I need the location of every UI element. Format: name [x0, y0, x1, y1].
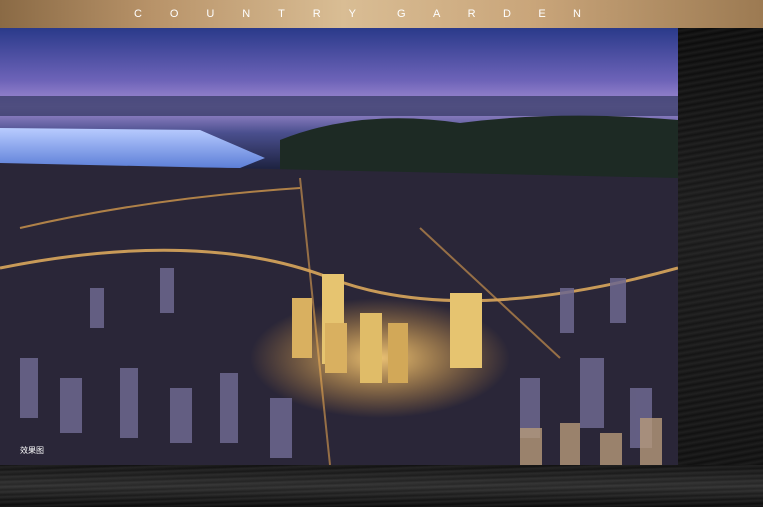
- brand-letter: C: [134, 8, 142, 20]
- brand-letter: T: [278, 8, 285, 20]
- image-caption: 效果图: [20, 446, 44, 455]
- brand-letter: Y: [348, 8, 356, 20]
- brand-letter: E: [538, 8, 546, 20]
- brand-header-bar: C O U N T R Y G A R D E N: [0, 0, 763, 28]
- brand-word-country: C O U N T R Y: [134, 0, 356, 28]
- brand-letter: G: [397, 8, 406, 20]
- brand-letter: U: [206, 8, 215, 20]
- brand-letter: R: [312, 8, 321, 20]
- brand-letter: R: [467, 8, 476, 20]
- city-rendering-image: 效果图: [0, 28, 678, 465]
- brand-letter: N: [573, 8, 581, 20]
- brand-letter: D: [502, 8, 511, 20]
- decorative-bottom-panel: [0, 465, 763, 507]
- brand-letter: O: [169, 8, 179, 20]
- brand-letter: N: [242, 8, 251, 20]
- brand-letter: A: [432, 8, 441, 20]
- decorative-side-panel: [678, 28, 763, 507]
- brand-word-garden: G A R D E N: [397, 0, 581, 28]
- city-night-illustration: [0, 96, 678, 465]
